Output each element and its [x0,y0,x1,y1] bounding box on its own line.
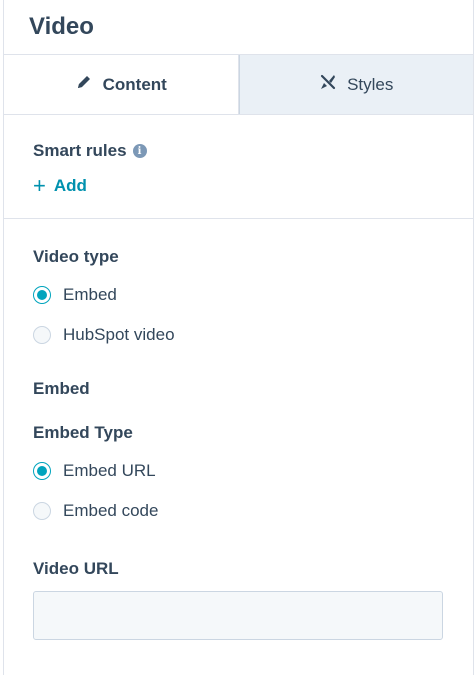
video-type-label: Video type [33,247,119,266]
video-type-embed-option[interactable]: Embed [33,275,444,315]
video-url-input[interactable] [33,591,443,640]
smart-rules-label: Smart rules [33,141,127,160]
pencil-icon [75,73,93,96]
video-url-label: Video URL [33,559,119,578]
video-type-embed-label: Embed [63,285,117,304]
radio-embed-url[interactable] [33,462,51,480]
panel-title: Video [29,13,94,40]
video-module-panel: Video Content Styles Smart rules i + Add… [3,0,474,675]
radio-hubspot-video[interactable] [33,326,51,344]
add-smart-rule-button[interactable]: + Add [33,175,87,197]
tab-content[interactable]: Content [4,55,239,114]
embed-url-option[interactable]: Embed URL [33,451,444,491]
tab-content-label: Content [102,74,167,94]
info-icon[interactable]: i [132,144,147,158]
embed-code-label: Embed code [63,501,159,520]
video-settings-section: Video type Embed HubSpot video Embed Emb… [4,219,473,640]
radio-embed[interactable] [33,286,51,304]
plus-icon: + [33,173,46,198]
smart-rules-section: Smart rules i + Add [4,115,473,219]
add-smart-rule-label: Add [53,176,87,195]
embed-type-label: Embed Type [33,423,133,442]
video-type-hubspot-label: HubSpot video [63,325,175,344]
video-type-hubspot-option[interactable]: HubSpot video [33,315,444,355]
brush-icon [319,73,337,96]
radio-embed-code[interactable] [33,502,51,520]
panel-header: Video [4,0,473,55]
embed-section-label: Embed [33,379,90,398]
tab-styles-label: Styles [347,74,394,94]
tab-bar: Content Styles [4,55,473,115]
embed-code-option[interactable]: Embed code [33,491,444,531]
tab-styles[interactable]: Styles [238,55,473,114]
embed-url-label: Embed URL [63,461,156,480]
